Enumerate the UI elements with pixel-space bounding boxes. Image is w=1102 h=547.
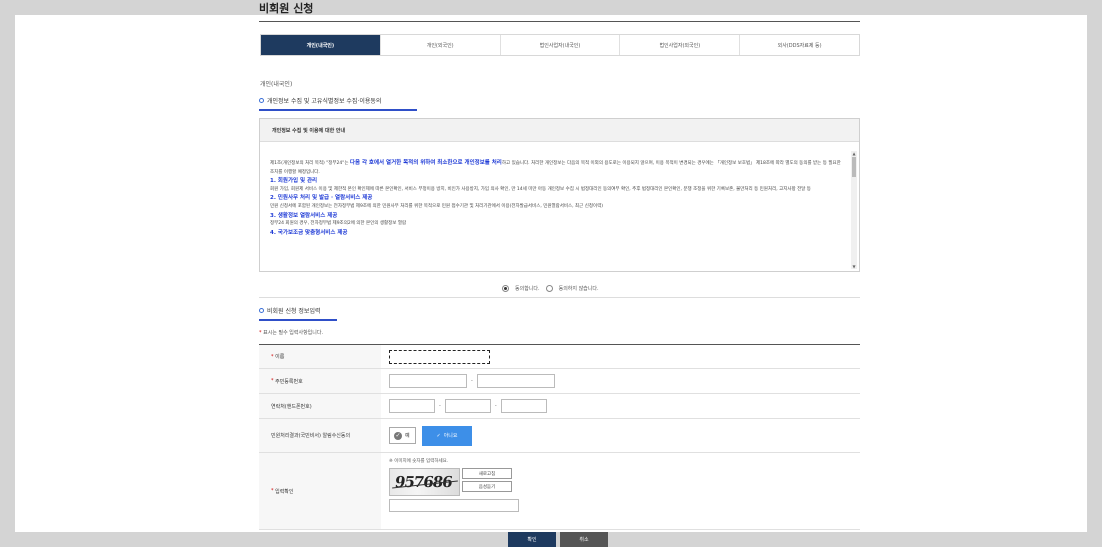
form-heading-underline bbox=[259, 319, 337, 321]
scroll-down-icon[interactable]: ▼ bbox=[851, 264, 857, 269]
intro-highlight: 다음 각 호에서 열거한 목적의 위하여 최소한으로 개인정보를 처리 bbox=[349, 160, 502, 166]
tab-corporate-domestic[interactable]: 법인사업자(내국인) bbox=[499, 35, 620, 55]
section3-text: 정부24 회원의 경우, 전자정부법 제9조의2에 의한 본인의 생활정보 열람 bbox=[270, 221, 407, 227]
privacy-heading-text: 개인정보 수집 및 고유식별정보 수집·이용동의 bbox=[267, 98, 382, 105]
rrn-back-input[interactable] bbox=[476, 374, 555, 388]
section-subtitle: 개인(내국인) bbox=[260, 81, 293, 88]
rrn-row: * 주민등록번호 - bbox=[259, 369, 860, 394]
name-row: * 이름 bbox=[259, 345, 860, 369]
phone-part1-input[interactable] bbox=[389, 399, 435, 413]
section2-title: 2. 민원사무 처리 및 발급 · 열람서비스 제공 bbox=[270, 195, 373, 202]
scroll-thumb[interactable] bbox=[852, 157, 856, 177]
phone-part2-input[interactable] bbox=[444, 399, 491, 413]
captcha-row: * 입력확인 ※ 이미지에 숫자를 입력하세요. 957686 새로고침 음성듣… bbox=[259, 453, 860, 530]
page-title: 비회원 신청 bbox=[259, 2, 314, 15]
privacy-heading-underline bbox=[259, 109, 417, 111]
section4-title: 4. 국가보조금 맞춤형서비스 제공 bbox=[270, 229, 348, 236]
privacy-notice-text: 제1조(개인정보의 처리 목적) "정부24"는 다음 각 호에서 열거한 목적… bbox=[270, 159, 845, 237]
tab-individual-foreign[interactable]: 개인(외국인) bbox=[379, 35, 500, 55]
applicant-type-tabs: 개인(내국인) 개인(외국인) 법인사업자(내국인) 법인사업자(외국인) 외사… bbox=[260, 34, 860, 56]
captcha-audio-button[interactable]: 음성듣기 bbox=[462, 481, 512, 492]
notice-scrollbar[interactable]: ▲ ▼ bbox=[851, 151, 857, 269]
form-heading-text: 비회원 신청 정보입력 bbox=[267, 308, 321, 315]
privacy-notice-title: 개인정보 수집 및 이용에 대한 안내 bbox=[260, 119, 859, 142]
captcha-note: ※ 이미지에 숫자를 입력하세요. bbox=[389, 459, 449, 464]
bullet-circle-icon bbox=[259, 98, 264, 103]
disagree-radio[interactable] bbox=[545, 285, 553, 292]
required-star: * bbox=[259, 330, 262, 336]
section1-text: 회원 가입, 회원제 서비스 이용 및 제한적 본인 확인제에 따른 본인확인,… bbox=[270, 186, 811, 192]
cancel-button[interactable]: 취소 bbox=[560, 532, 608, 547]
check-icon: ✓ bbox=[436, 432, 441, 439]
captcha-label: * 입력확인 bbox=[259, 453, 381, 529]
required-note: * 표시는 필수 입력사항입니다. bbox=[259, 329, 323, 336]
consent-label: 민원처리결과(국민비서) 알림수신동의 bbox=[259, 419, 381, 452]
consent-row: 민원처리결과(국민비서) 알림수신동의 ✓ 예 ✓ 아니요 bbox=[259, 419, 860, 453]
section-divider bbox=[259, 297, 860, 298]
form-heading: 비회원 신청 정보입력 bbox=[259, 306, 321, 315]
captcha-refresh-button[interactable]: 새로고침 bbox=[462, 468, 512, 479]
form-actions: 확인 취소 bbox=[508, 532, 608, 547]
tab-corporate-foreign[interactable]: 법인사업자(외국인) bbox=[619, 35, 740, 55]
rrn-front-input[interactable] bbox=[389, 374, 467, 388]
applicant-form: * 이름 * 주민등록번호 - 연락처(핸드폰번호) - - 민원처리결과(국민… bbox=[259, 344, 860, 530]
tab-individual-domestic[interactable]: 개인(내국인) bbox=[261, 35, 380, 55]
consent-no-button[interactable]: ✓ 아니요 bbox=[422, 425, 472, 446]
intro-text-a: 제1조(개인정보의 처리 목적) "정부24"는 bbox=[270, 161, 350, 166]
section3-title: 3. 생활정보 열람서비스 제공 bbox=[270, 212, 338, 219]
name-label: * 이름 bbox=[259, 345, 381, 368]
agree-radio[interactable] bbox=[502, 285, 509, 292]
agree-label: 동의합니다. bbox=[515, 286, 540, 292]
privacy-consent-radios: 동의합니다. 동의하지 않습니다. bbox=[502, 285, 599, 292]
tab-other[interactable]: 외사(DDS자료제 등) bbox=[739, 35, 859, 55]
phone-row: 연락처(핸드폰번호) - - bbox=[259, 394, 860, 419]
section2-text: 민원 신청서에 포함된 개인정보는 전자정부법 제9조에 의한 민원사무 처리를… bbox=[270, 203, 604, 209]
confirm-button[interactable]: 확인 bbox=[508, 532, 556, 547]
check-icon: ✓ bbox=[394, 431, 402, 440]
scroll-up-icon[interactable]: ▲ bbox=[851, 151, 857, 156]
title-divider bbox=[259, 21, 860, 22]
section1-title: 1. 회원가입 및 관리 bbox=[270, 178, 318, 185]
phone-part3-input[interactable] bbox=[500, 399, 547, 413]
rrn-label: * 주민등록번호 bbox=[259, 369, 381, 393]
privacy-heading: 개인정보 수집 및 고유식별정보 수집·이용동의 bbox=[259, 96, 381, 105]
privacy-notice-box[interactable]: 개인정보 수집 및 이용에 대한 안내 제1조(개인정보의 처리 목적) "정부… bbox=[259, 118, 860, 272]
consent-yes-button[interactable]: ✓ 예 bbox=[389, 427, 416, 444]
captcha-input[interactable] bbox=[389, 499, 519, 512]
captcha-image: 957686 bbox=[389, 468, 460, 496]
bullet-circle-icon bbox=[259, 308, 264, 313]
top-strip bbox=[0, 0, 1102, 15]
required-note-text: 표시는 필수 입력사항입니다. bbox=[263, 330, 324, 336]
phone-label: 연락처(핸드폰번호) bbox=[259, 394, 381, 418]
name-input[interactable] bbox=[389, 349, 490, 364]
disagree-label: 동의하지 않습니다. bbox=[558, 286, 599, 292]
